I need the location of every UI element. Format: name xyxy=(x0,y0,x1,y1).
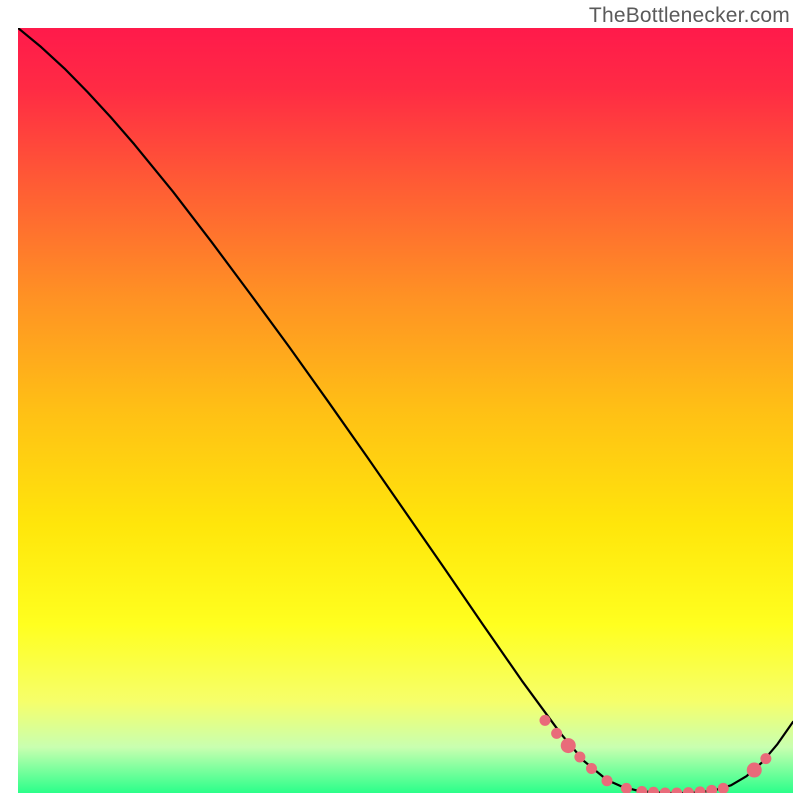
data-marker xyxy=(760,753,771,764)
data-marker xyxy=(561,738,576,753)
data-marker xyxy=(683,787,694,798)
data-marker xyxy=(636,786,647,797)
data-marker xyxy=(574,752,585,763)
data-marker xyxy=(706,785,717,796)
bottleneck-chart xyxy=(0,0,800,800)
data-marker xyxy=(695,786,706,797)
data-marker xyxy=(671,788,682,799)
data-marker xyxy=(586,763,597,774)
chart-container: TheBottlenecker.com xyxy=(0,0,800,800)
data-marker xyxy=(718,783,729,794)
data-marker xyxy=(602,775,613,786)
data-marker xyxy=(747,763,762,778)
data-marker xyxy=(648,787,659,798)
data-marker xyxy=(540,715,551,726)
data-marker xyxy=(660,788,671,799)
data-marker xyxy=(551,728,562,739)
data-marker xyxy=(621,783,632,794)
